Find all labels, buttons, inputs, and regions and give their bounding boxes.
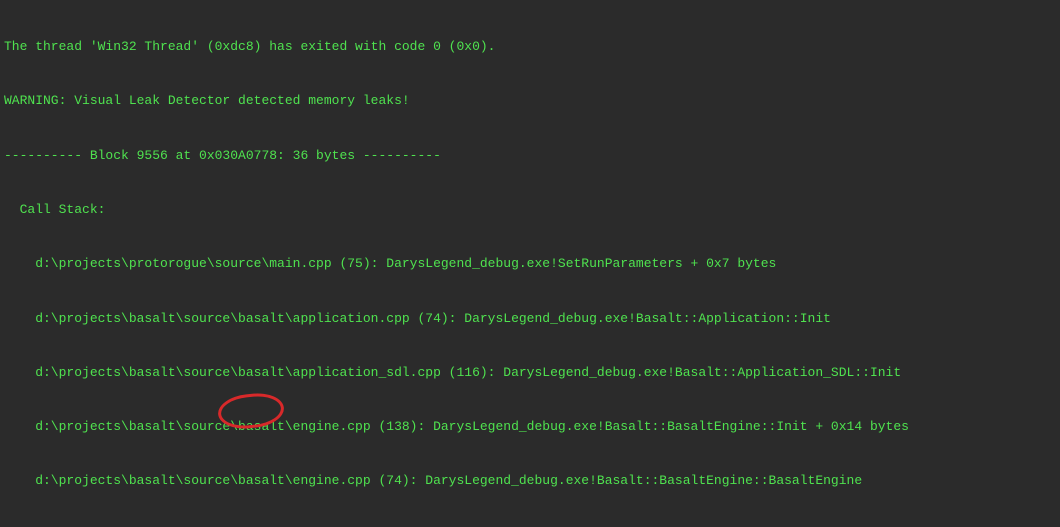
console-line: d:\projects\basalt\source\basalt\applica… [4,364,1056,382]
console-line: The thread 'Win32 Thread' (0xdc8) has ex… [4,38,1056,56]
console-line: d:\projects\protorogue\source\main.cpp (… [4,255,1056,273]
console-line: WARNING: Visual Leak Detector detected m… [4,92,1056,110]
console-line: ---------- Block 9556 at 0x030A0778: 36 … [4,147,1056,165]
console-line: d:\projects\basalt\source\basalt\engine.… [4,418,1056,436]
console-line: d:\projects\basalt\source\basalt\applica… [4,310,1056,328]
debug-output-console: The thread 'Win32 Thread' (0xdc8) has ex… [0,0,1060,527]
console-line: d:\projects\basalt\source\basalt\engine.… [4,472,1056,490]
console-line: Call Stack: [4,201,1056,219]
